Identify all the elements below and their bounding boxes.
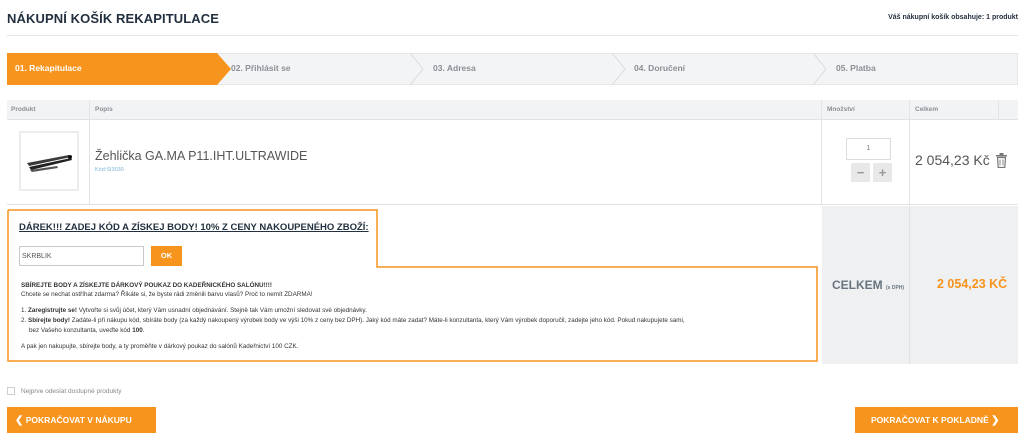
gift-heading: SBÍREJTE BODY A ZÍSKEJTE DÁRKOVÝ POUKAZ … <box>21 282 272 289</box>
chevron-left-icon: ❮ <box>15 415 24 426</box>
header-product: Produkt <box>11 106 36 113</box>
gift-step-2-bold: Sbírejte body! <box>28 317 70 324</box>
header-total: Celkem <box>915 106 939 113</box>
proceed-to-checkout-label: POKRAČOVAT K POKLADNĚ <box>871 415 989 425</box>
step-delivery[interactable]: 04. Doručení <box>634 63 685 73</box>
product-name[interactable]: Žehlička GA.MA P11.IHT.ULTRAWIDE <box>95 149 307 163</box>
summary-label: CELKEM (s DPH) <box>832 278 904 292</box>
gift-step-2-code: 100 <box>132 327 143 334</box>
table-header: Produkt Popis Množství Celkem <box>7 100 1018 120</box>
trash-icon[interactable] <box>995 153 1008 168</box>
summary-divider <box>909 206 910 364</box>
product-image[interactable] <box>19 131 79 191</box>
gift-code-ok-button[interactable]: OK <box>151 246 182 266</box>
table-row: Žehlička GA.MA P11.IHT.ULTRAWIDE Kód:SI3… <box>7 120 1018 205</box>
checkout-steps: 01. Rekapitulace 02. Přihlásit se 03. Ad… <box>7 53 1018 85</box>
header-divider <box>7 35 1018 36</box>
step-separator <box>410 53 424 85</box>
step-separator <box>813 53 827 85</box>
gift-step-2-cont: bez Vašeho konzultanta, uveďte kód <box>29 327 133 334</box>
summary-label-text: CELKEM <box>832 278 883 292</box>
gift-step-2-continued: bez Vašeho konzultanta, uveďte kód 100. <box>29 327 144 334</box>
header-quantity: Množství <box>827 106 855 113</box>
step-login[interactable]: 02. Přihlásit se <box>231 63 291 73</box>
step-address[interactable]: 03. Adresa <box>433 63 476 73</box>
continue-shopping-label: POKRAČOVAT V NÁKUPU <box>25 415 132 425</box>
chevron-right-icon: ❯ <box>991 415 1000 426</box>
available-first-label[interactable]: Nejprve odeslat dostupné produkty <box>21 388 121 395</box>
proceed-to-checkout-button[interactable]: POKRAČOVAT K POKLADNĚ ❯ <box>855 407 1018 433</box>
step-recap: 01. Rekapitulace <box>15 63 82 73</box>
gift-step-1: 1. Zaregistrujte se! Vytvořte si svůj úč… <box>21 307 367 314</box>
quantity-plus-button[interactable]: + <box>873 163 892 182</box>
header-description: Popis <box>95 106 113 113</box>
step-payment[interactable]: 05. Platba <box>836 63 876 73</box>
summary-total: 2 054,23 KČ <box>937 277 1008 291</box>
item-total: 2 054,23 Kč <box>915 152 990 168</box>
gift-intro: Chcete se nechat ostříhat zdarma? Říkáte… <box>21 291 313 298</box>
continue-shopping-button[interactable]: ❮ POKRAČOVAT V NÁKUPU <box>7 407 156 433</box>
gift-outro: A pak jen nakupujte, sbírejte body, a ty… <box>21 343 299 350</box>
gift-step-2: 2. Sbírejte body! Zadáte-li při nákupu k… <box>21 317 685 324</box>
available-first-checkbox[interactable] <box>7 387 15 395</box>
summary-vat-note: (s DPH) <box>886 285 905 291</box>
gift-code-input[interactable] <box>19 246 144 266</box>
gift-step-1-text: Vytvořte si svůj účet, který Vám usnadní… <box>77 307 367 314</box>
cart-summary-info[interactable]: Váš nákupní košík obsahuje: 1 produkt <box>888 14 1018 21</box>
hair-straightener-image <box>27 155 72 172</box>
gift-step-1-bold: Zaregistrujte se! <box>28 307 78 314</box>
quantity-minus-button[interactable]: − <box>851 163 870 182</box>
product-code: Kód:SI3030 <box>95 167 124 173</box>
column-divider <box>998 100 999 120</box>
gift-step-2-end: . <box>142 327 145 334</box>
gift-step-2-text: Zadáte-li při nákupu kód, sbíráte body (… <box>70 317 685 324</box>
quantity-input[interactable]: 1 <box>846 138 891 160</box>
page-title: NÁKUPNÍ KOŠÍK REKAPITULACE <box>7 11 220 26</box>
step-separator <box>612 53 626 85</box>
gift-code-title: DÁREK!!! ZADEJ KÓD A ZÍSKEJ BODY! 10% Z … <box>19 222 369 233</box>
